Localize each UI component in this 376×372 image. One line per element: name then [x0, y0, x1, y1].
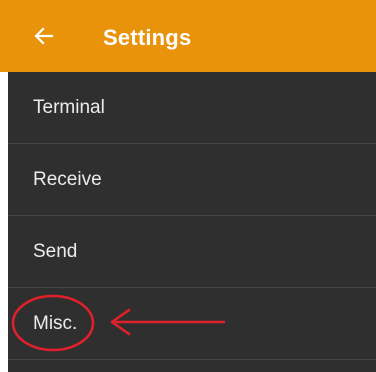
settings-item-label: Misc.: [33, 313, 78, 334]
settings-item-label: Terminal: [33, 97, 105, 118]
app-bar: Settings: [0, 0, 376, 72]
arrow-left-icon: [34, 27, 54, 45]
settings-item-label: Receive: [33, 169, 102, 190]
settings-item-label: Send: [33, 241, 78, 262]
settings-list: Terminal Receive Send Misc.: [8, 72, 376, 372]
settings-screen: Settings Terminal Receive Send Misc.: [0, 0, 376, 372]
settings-item-terminal[interactable]: Terminal: [8, 72, 376, 144]
settings-item-misc[interactable]: Misc.: [8, 288, 376, 360]
settings-item-receive[interactable]: Receive: [8, 144, 376, 216]
settings-item-send[interactable]: Send: [8, 216, 376, 288]
page-title: Settings: [103, 25, 192, 50]
back-button[interactable]: [26, 18, 62, 54]
